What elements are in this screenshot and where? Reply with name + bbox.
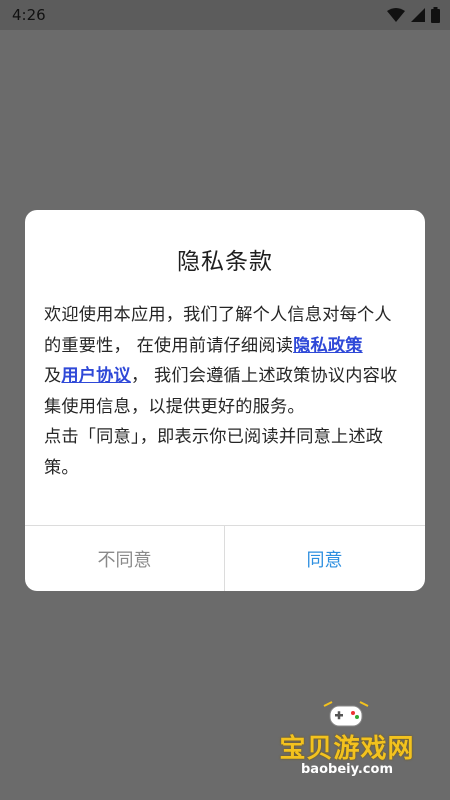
body-text-4: 点击「同意」，即表示你已阅读并同意上述政策。 [44, 427, 384, 478]
status-icons [387, 7, 440, 23]
status-bar: 4:26 [0, 0, 450, 30]
battery-icon [431, 7, 440, 23]
dialog-body: 欢迎使用本应用，我们了解个人信息对每个人的重要性， 在使用前请仔细阅读隐私政策及… [44, 300, 408, 483]
body-text-2: 及 [44, 366, 62, 386]
privacy-policy-link[interactable]: 隐私政策 [293, 336, 363, 356]
user-agreement-link[interactable]: 用户协议 [61, 366, 131, 386]
agree-button[interactable]: 同意 [225, 526, 424, 591]
status-time: 4:26 [12, 6, 46, 24]
signal-icon [411, 8, 425, 22]
wifi-icon [387, 8, 405, 22]
disagree-button[interactable]: 不同意 [25, 526, 224, 591]
watermark-url: baobeiy.com [301, 762, 393, 777]
privacy-dialog: 隐私条款 欢迎使用本应用，我们了解个人信息对每个人的重要性， 在使用前请仔细阅读… [25, 210, 425, 591]
dialog-title: 隐私条款 [177, 249, 273, 275]
watermark-name: 宝贝游戏网 [279, 734, 415, 764]
watermark: 宝贝游戏网 baobeiy.com [272, 700, 422, 780]
